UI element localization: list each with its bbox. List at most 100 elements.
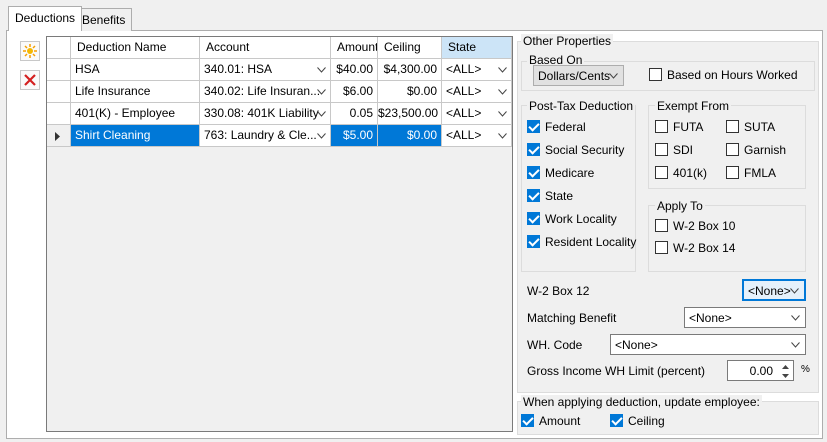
social-security-checkbox[interactable] <box>527 143 540 156</box>
cell-ceiling[interactable]: $23,500.00 <box>378 103 442 125</box>
other-properties-title: Other Properties <box>521 34 614 48</box>
wh-code-select[interactable]: <None> <box>610 334 806 355</box>
suta-checkbox[interactable] <box>726 120 739 133</box>
col-account[interactable]: Account <box>200 37 331 59</box>
tab-deductions[interactable]: Deductions <box>8 6 83 31</box>
cell-ceiling[interactable]: $0.00 <box>378 125 442 147</box>
tab-benefits-label: Benefits <box>82 13 126 27</box>
cell-account-value: 763: Laundry & Cle... <box>204 128 317 142</box>
update-ceiling-checkbox[interactable] <box>610 414 623 427</box>
row-header[interactable] <box>47 81 71 103</box>
grid-corner <box>47 37 71 59</box>
cell-account-value: 340.02: Life Insuran... <box>204 84 321 98</box>
w2-box12-select[interactable]: <None> <box>742 279 806 301</box>
w2-box12-value: <None> <box>748 284 791 298</box>
cell-state-value: <ALL> <box>446 106 482 120</box>
cell-state-value: <ALL> <box>446 62 482 76</box>
col-state[interactable]: State <box>442 37 512 59</box>
col-amount[interactable]: Amount <box>331 37 378 59</box>
futa-label: FUTA <box>673 120 704 134</box>
hours-worked-checkbox[interactable] <box>649 68 662 81</box>
cell-state-combo[interactable]: <ALL> <box>442 103 512 125</box>
col-ceiling[interactable]: Ceiling <box>378 37 442 59</box>
update-amount-checkbox[interactable] <box>521 414 534 427</box>
sdi-label: SDI <box>673 143 694 157</box>
update-ceiling-label: Ceiling <box>628 414 665 428</box>
sdi-checkbox[interactable] <box>655 143 668 156</box>
work-locality-checkbox[interactable] <box>527 212 540 225</box>
cell-state-value: <ALL> <box>446 128 482 142</box>
gross-income-label: Gross Income WH Limit (percent) <box>527 364 706 378</box>
row-header[interactable] <box>47 103 71 125</box>
w2-box10-checkbox[interactable] <box>655 219 668 232</box>
social-security-label: Social Security <box>545 143 625 157</box>
spin-up-icon[interactable] <box>779 362 791 371</box>
cell-ceiling[interactable]: $0.00 <box>378 81 442 103</box>
based-on-value: Dollars/Cents <box>538 69 611 83</box>
add-deduction-button[interactable] <box>20 41 40 61</box>
chevron-down-icon[interactable] <box>312 59 330 80</box>
cell-deduction-name[interactable]: 401(K) - Employee <box>71 103 200 125</box>
401k-checkbox[interactable] <box>655 166 668 179</box>
cell-state-combo[interactable]: <ALL> <box>442 59 512 81</box>
col-deduction-name[interactable]: Deduction Name <box>71 37 200 59</box>
chevron-down-icon[interactable] <box>312 125 330 146</box>
fmla-checkbox[interactable] <box>726 166 739 179</box>
chevron-down-icon[interactable] <box>493 81 511 102</box>
cell-account-combo[interactable]: 340.01: HSA <box>200 59 331 81</box>
chevron-down-icon <box>786 281 802 300</box>
resident-locality-checkbox[interactable] <box>527 235 540 248</box>
w2-box10-label: W-2 Box 10 <box>673 219 736 233</box>
medicare-label: Medicare <box>545 166 595 180</box>
state-checkbox[interactable] <box>527 189 540 202</box>
deductions-grid[interactable]: Deduction Name Account Amount Ceiling St… <box>46 36 513 432</box>
w2-box12-label: W-2 Box 12 <box>527 284 590 298</box>
exempt-from-title: Exempt From <box>655 99 732 113</box>
apply-to-group <box>648 205 806 272</box>
cell-amount[interactable]: $6.00 <box>331 81 378 103</box>
tab-benefits[interactable]: Benefits <box>75 8 133 31</box>
cell-deduction-name[interactable]: HSA <box>71 59 200 81</box>
cell-deduction-name[interactable]: Shirt Cleaning <box>71 125 200 147</box>
chevron-down-icon[interactable] <box>493 103 511 124</box>
resident-locality-label: Resident Locality <box>545 235 637 249</box>
cell-state-combo[interactable]: <ALL> <box>442 81 512 103</box>
cell-amount[interactable]: $5.00 <box>331 125 378 147</box>
cell-deduction-name[interactable]: Life Insurance <box>71 81 200 103</box>
wh-code-value: <None> <box>615 338 658 352</box>
futa-checkbox[interactable] <box>655 120 668 133</box>
cell-state-value: <ALL> <box>446 84 482 98</box>
chevron-down-icon[interactable] <box>312 81 330 102</box>
delete-deduction-button[interactable] <box>20 70 40 90</box>
gross-income-spinner[interactable]: 0.00 <box>727 360 794 381</box>
chevron-down-icon[interactable] <box>493 59 511 80</box>
current-row-arrow-icon <box>55 130 60 144</box>
chevron-down-icon[interactable] <box>312 103 330 124</box>
cell-account-combo[interactable]: 340.02: Life Insuran... <box>200 81 331 103</box>
chevron-down-icon[interactable] <box>493 125 511 146</box>
spin-down-icon[interactable] <box>779 371 791 380</box>
percent-unit: % <box>801 364 810 375</box>
red-x-delete-icon <box>24 74 36 86</box>
w2-box14-checkbox[interactable] <box>655 241 668 254</box>
cell-amount[interactable]: $40.00 <box>331 59 378 81</box>
cell-ceiling[interactable]: $4,300.00 <box>378 59 442 81</box>
cell-account-value: 330.08: 401K Liability <box>204 106 319 120</box>
cell-amount[interactable]: 0.05 <box>331 103 378 125</box>
cell-account-value: 340.01: HSA <box>204 62 273 76</box>
cell-account-combo[interactable]: 330.08: 401K Liability <box>200 103 331 125</box>
cell-account-combo[interactable]: 763: Laundry & Cle... <box>200 125 331 147</box>
sun-add-icon <box>23 44 37 58</box>
fmla-label: FMLA <box>744 166 777 180</box>
based-on-select[interactable]: Dollars/Cents <box>533 65 624 86</box>
matching-benefit-select[interactable]: <None> <box>684 307 806 328</box>
medicare-checkbox[interactable] <box>527 166 540 179</box>
chevron-down-icon <box>787 308 803 327</box>
garnish-checkbox[interactable] <box>726 143 739 156</box>
row-header[interactable] <box>47 59 71 81</box>
cell-state-combo[interactable]: <ALL> <box>442 125 512 147</box>
chevron-down-icon <box>787 335 803 354</box>
federal-checkbox[interactable] <box>527 120 540 133</box>
row-header-current[interactable] <box>47 125 71 147</box>
update-amount-label: Amount <box>539 414 581 428</box>
